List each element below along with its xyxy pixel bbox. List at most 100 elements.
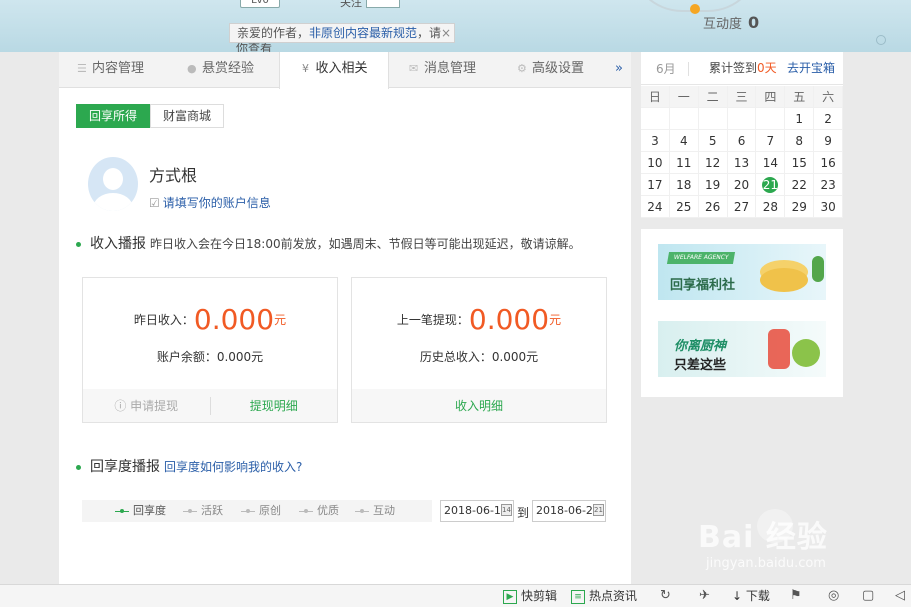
refresh-icon[interactable]: ↻ [660, 588, 671, 604]
calendar-day[interactable]: 18 [669, 174, 699, 196]
calendar-day[interactable]: 24 [641, 196, 670, 218]
browser-icon[interactable]: ◎ [828, 588, 839, 604]
last-withdraw-value: 0.000 [468, 303, 550, 336]
legend-active[interactable]: 活跃 [183, 500, 223, 522]
open-treasure-link[interactable]: 去开宝箱 [787, 52, 835, 85]
sign-in-count: 累计签到0天 [709, 52, 777, 85]
legend-share-degree[interactable]: 回享度 [115, 500, 166, 522]
yesterday-income-value: 0.000 [193, 303, 275, 336]
calendar-day[interactable]: 26 [698, 196, 728, 218]
weekday: 日 [641, 86, 670, 108]
flag-icon[interactable]: ⚑ [790, 588, 802, 604]
news-icon: ≡ [571, 589, 585, 604]
weekday: 二 [698, 86, 728, 108]
calendar-day[interactable]: 4 [669, 130, 699, 152]
calendar-day[interactable]: 14 [756, 152, 786, 174]
subtab-share-earnings[interactable]: 回享所得 [76, 104, 151, 128]
sign-in-label: 累计签到 [709, 61, 758, 75]
income-detail-link[interactable]: 收入明细 [352, 397, 606, 414]
calendar-day[interactable]: 29 [785, 196, 815, 218]
yesterday-income-label: 昨日收入： [133, 313, 194, 327]
calendar-day[interactable]: 7 [756, 130, 786, 152]
quick-clip-button[interactable]: ▶ 快剪辑 [503, 588, 557, 604]
list-icon: ☰ [77, 62, 87, 75]
share-help-link[interactable]: 回享度如何影响我的收入? [164, 460, 302, 474]
date-from-input[interactable]: 2018-06-14 14 [440, 500, 514, 522]
legend-label: 活跃 [201, 504, 223, 517]
calendar-day[interactable]: 15 [785, 152, 815, 174]
calendar-day [756, 108, 786, 130]
tab-label: 消息管理 [424, 61, 477, 76]
weekday: 三 [727, 86, 757, 108]
close-icon[interactable]: × [441, 24, 451, 42]
last-withdraw-card: 上一笔提现：0.000元 历史总收入：0.000元 收入明细 [351, 277, 607, 423]
legend-interaction[interactable]: 互动 [355, 500, 395, 522]
yesterday-income-row: 昨日收入：0.000元 [83, 303, 337, 336]
calendar-day[interactable]: 22 [785, 174, 815, 196]
calendar-day[interactable]: 11 [669, 152, 699, 174]
legend-label: 互动 [373, 504, 395, 517]
subtab-wealth-mall[interactable]: 财富商城 [150, 104, 225, 128]
calendar-day[interactable]: 13 [727, 152, 757, 174]
withdraw-apply-button[interactable]: ⓘ 申请提现 [83, 397, 210, 414]
calendar-day[interactable]: 2 [814, 108, 844, 130]
calendar-day[interactable]: 12 [698, 152, 728, 174]
calendar-day[interactable]: 5 [698, 130, 728, 152]
volume-icon[interactable]: ◁ [895, 588, 905, 604]
tab-messages[interactable]: ✉ 消息管理 [409, 52, 499, 88]
avatar-body [93, 193, 133, 211]
legend-quality[interactable]: 优质 [299, 500, 339, 522]
withdraw-detail-link[interactable]: 提现明细 [211, 397, 338, 414]
watermark-brand: Bai 经验 [698, 520, 828, 555]
notice-link[interactable]: 非原创内容最新规范 [309, 26, 417, 40]
chef-banner[interactable]: 你离厨神 只差这些 [658, 321, 826, 377]
calendar-day[interactable]: 28 [756, 196, 786, 218]
download-button[interactable]: ↓ 下载 [732, 588, 770, 604]
calendar-day[interactable]: 23 [814, 174, 844, 196]
legend-label: 优质 [317, 504, 339, 517]
avatar-head [103, 168, 123, 190]
calendar-day[interactable]: 27 [727, 196, 757, 218]
tab-label: 高级设置 [532, 61, 585, 76]
calendar-day[interactable]: 16 [814, 152, 844, 174]
calendar-day[interactable]: 25 [669, 196, 699, 218]
last-withdraw-row: 上一笔提现：0.000元 [352, 303, 606, 336]
calendar-week-row: 3456789 [641, 130, 844, 152]
calendar-day[interactable]: 20 [727, 174, 757, 196]
welfare-banner[interactable]: WELFARE AGENCY 回享福利社 [658, 244, 826, 300]
calendar-day[interactable]: 30 [814, 196, 844, 218]
weekday: 一 [669, 86, 699, 108]
window-icon[interactable]: ▢ [862, 588, 874, 604]
pin-icon[interactable]: ✈ [699, 588, 710, 604]
calendar-day-today[interactable]: 21 [756, 174, 786, 196]
calendar-day[interactable]: 19 [698, 174, 728, 196]
follow-label: 关注 [340, 0, 362, 9]
card-footer: 收入明细 [352, 389, 606, 422]
date-to-input[interactable]: 2018-06-21 21 [532, 500, 606, 522]
welfare-title: 回享福利社 [670, 278, 736, 293]
calendar-day[interactable]: 10 [641, 152, 670, 174]
tab-advanced-settings[interactable]: ⚙ 高级设置 [517, 52, 607, 88]
tabs-more-icon[interactable]: » [615, 61, 623, 76]
tab-income[interactable]: ¥ 收入相关 [279, 52, 389, 89]
calendar-icon[interactable]: 14 [501, 504, 512, 516]
tab-bounty-experience[interactable]: ● 悬赏经验 [187, 52, 277, 88]
browser-status-bar: ▶ 快剪辑 ≡ 热点资讯 ↻ ✈ ↓ 下载 ⚑ ◎ ▢ ◁ [0, 584, 911, 607]
chef-title-line1: 你离厨神 [674, 339, 727, 354]
calendar-day[interactable]: 8 [785, 130, 815, 152]
calendar-day[interactable]: 17 [641, 174, 670, 196]
account-info-link[interactable]: ☑ 请填写你的账户信息 [149, 194, 271, 211]
legend-original[interactable]: 原创 [241, 500, 281, 522]
bullet-icon [76, 464, 81, 470]
tab-content-management[interactable]: ☰ 内容管理 [77, 52, 167, 88]
calendar-day[interactable]: 6 [727, 130, 757, 152]
hot-news-button[interactable]: ≡ 热点资讯 [571, 588, 637, 604]
chart-legend: 回享度 活跃 原创 优质 互动 [82, 500, 432, 522]
info-icon: ⓘ [114, 399, 131, 413]
calendar-day[interactable]: 3 [641, 130, 670, 152]
decoration-circle [876, 35, 886, 45]
calendar-day[interactable]: 1 [785, 108, 815, 130]
calendar-icon[interactable]: 21 [593, 504, 604, 516]
calendar-day[interactable]: 9 [814, 130, 844, 152]
yen-icon: ¥ [301, 62, 309, 75]
